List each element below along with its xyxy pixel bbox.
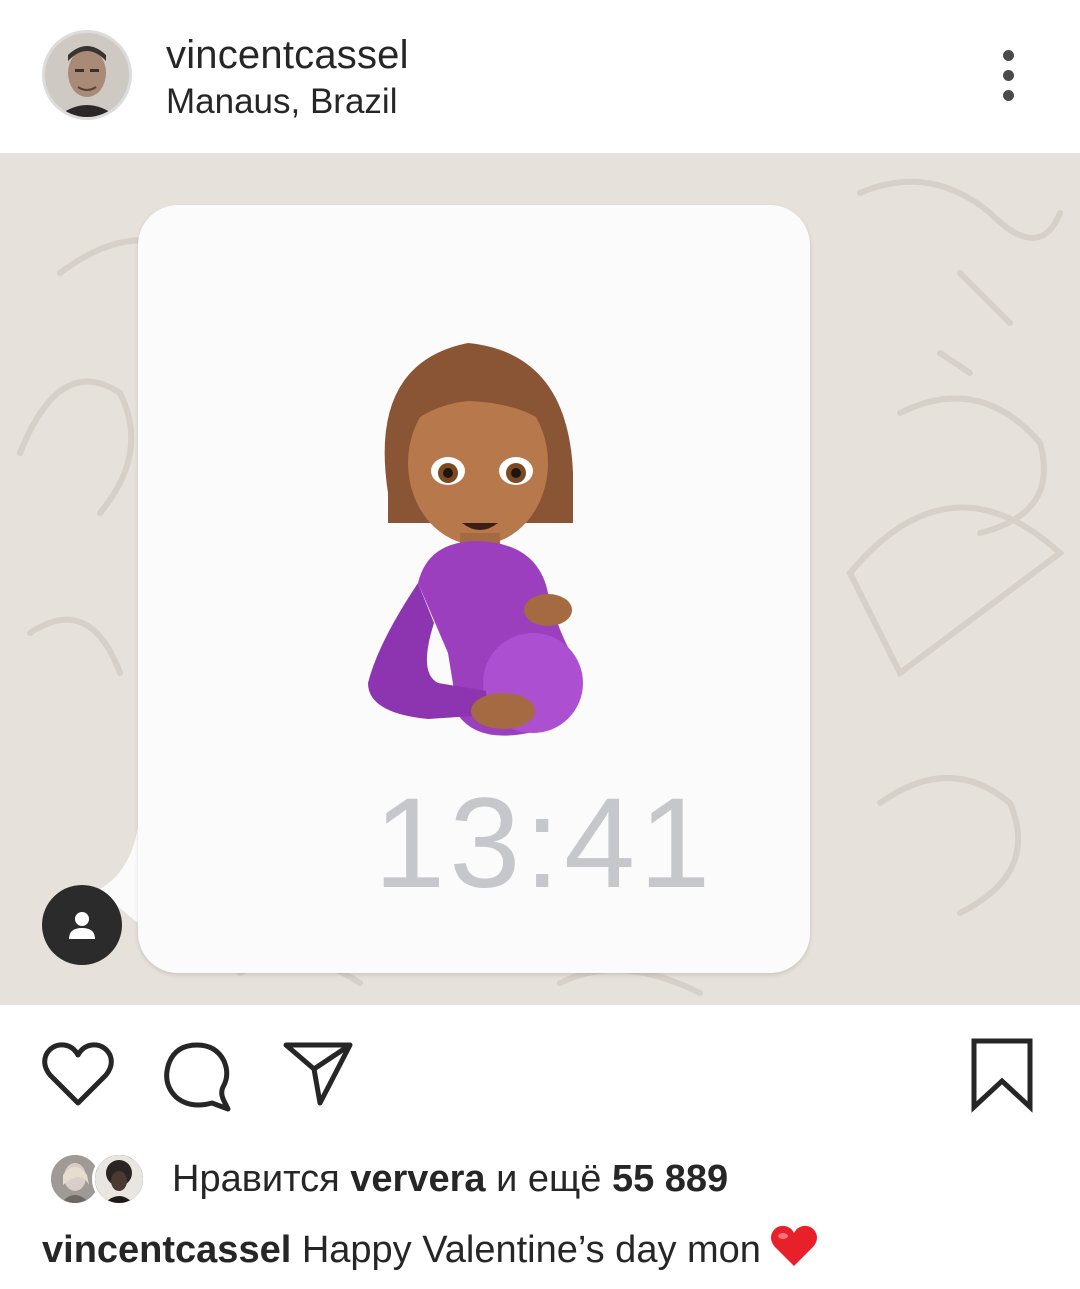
share-button[interactable]: [282, 1039, 354, 1112]
like-button[interactable]: [40, 1041, 116, 1114]
liker-avatar: [92, 1152, 146, 1206]
post-actions-bar: [0, 1005, 1080, 1135]
likes-middle: и ещё: [496, 1157, 602, 1200]
comment-icon: [164, 1042, 231, 1112]
liker-avatars: [48, 1150, 150, 1208]
post-username[interactable]: vincentcassel: [166, 32, 409, 78]
likes-text: Нравится ververa и ещё 55 889: [172, 1158, 728, 1201]
message-bubble: 13:41: [138, 205, 810, 973]
user-avatar[interactable]: [42, 30, 132, 120]
save-button[interactable]: [968, 1037, 1036, 1118]
share-icon: [283, 1042, 353, 1106]
caption-username[interactable]: vincentcassel: [42, 1229, 291, 1271]
post-image[interactable]: 13:41: [0, 153, 1080, 1005]
post-caption: vincentcassel Happy Valentine’s day mon: [42, 1224, 819, 1278]
comment-button[interactable]: [162, 1041, 236, 1118]
message-time: 13:41: [374, 772, 715, 915]
liker-username[interactable]: ververa: [350, 1158, 485, 1200]
red-heart-icon: [769, 1224, 819, 1278]
more-options-icon[interactable]: [990, 50, 1026, 102]
likes-count[interactable]: 55 889: [612, 1158, 728, 1200]
pregnant-woman-emoji: [368, 343, 583, 736]
avatar-photo: [45, 33, 129, 117]
user-info: vincentcassel Manaus, Brazil: [166, 32, 409, 124]
post-header: vincentcassel Manaus, Brazil: [0, 0, 1080, 152]
likes-summary[interactable]: Нравится ververa и ещё 55 889: [48, 1150, 728, 1208]
post-location[interactable]: Manaus, Brazil: [166, 80, 409, 124]
likes-prefix: Нравится: [172, 1157, 340, 1200]
person-icon: [69, 912, 95, 939]
caption-text: Happy Valentine’s day mon: [301, 1229, 761, 1271]
heart-icon: [42, 1042, 114, 1106]
bookmark-icon: [971, 1038, 1033, 1113]
tagged-user-button[interactable]: [42, 885, 122, 965]
